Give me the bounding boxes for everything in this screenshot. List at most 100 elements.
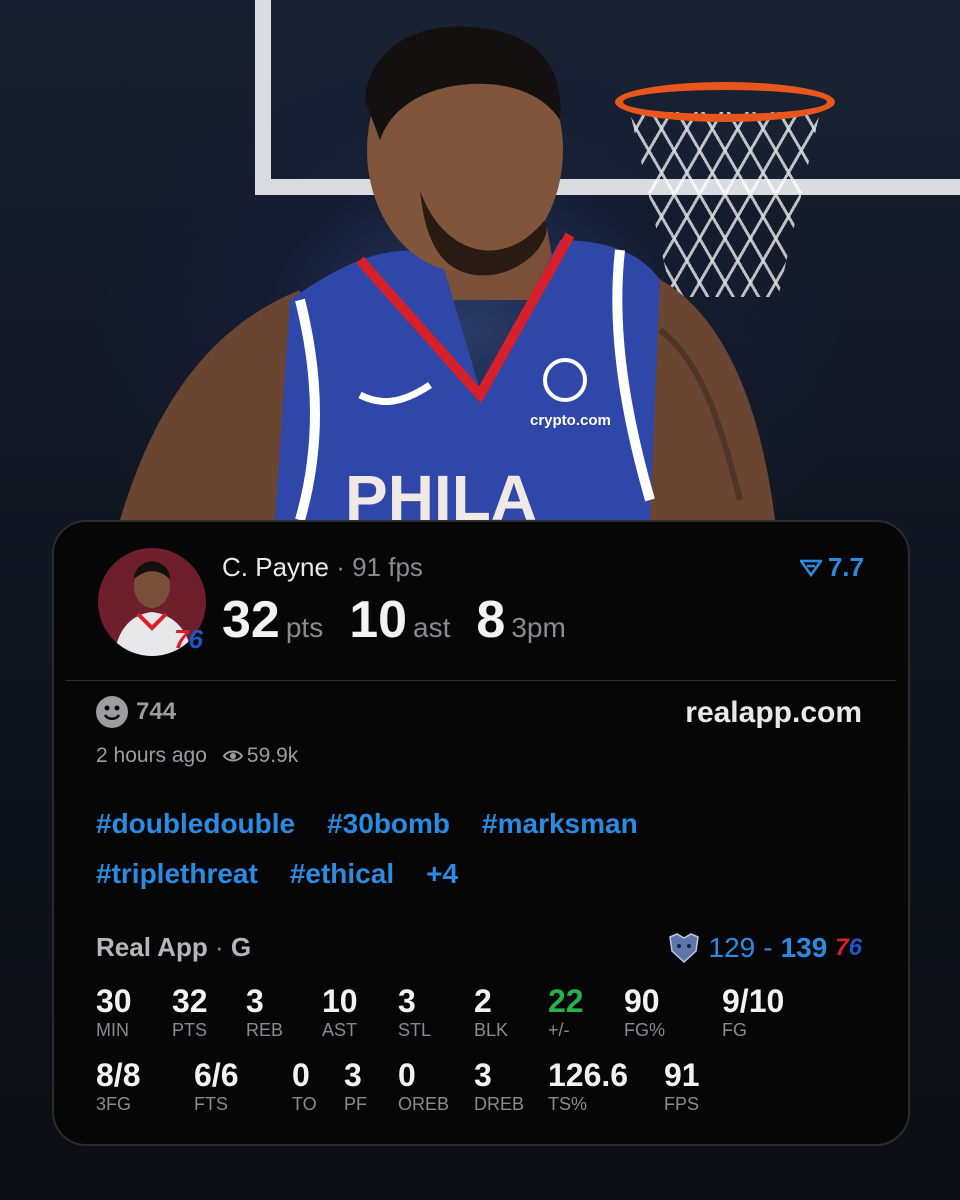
hashtag-row: #doubledouble #30bomb #marksman (96, 808, 856, 840)
player-name[interactable]: C. Payne (222, 552, 329, 582)
headline-stats: 32 pts 10 ast 8 3pm (222, 590, 592, 650)
svg-text:crypto.com: crypto.com (530, 412, 611, 429)
sixers-logo-seven: 7 (174, 624, 189, 654)
stat-fg: 9/10 FG (722, 984, 784, 1042)
stat-label: AST (322, 1020, 358, 1040)
hashtag-ethical[interactable]: #ethical (290, 858, 394, 890)
headline-stat-unit: 3pm (511, 612, 566, 643)
post-time: 2 hours ago (96, 744, 207, 767)
site-link[interactable]: realapp.com (685, 696, 862, 730)
rating-icon (799, 559, 822, 577)
hashtag-row: #triplethreat #ethical +4 (96, 858, 856, 890)
sixers-score-logo-seven: 7 (835, 934, 849, 961)
stat-label: 3FG (96, 1094, 132, 1114)
stat-label: PTS (172, 1020, 208, 1040)
stat-blk: 2 BLK (474, 984, 508, 1042)
hashtag-list: #doubledouble #30bomb #marksman #triplet… (96, 808, 856, 908)
stat-fts: 6/6 FTS (194, 1058, 238, 1116)
eye-icon (222, 750, 243, 762)
stat-value: 3 (344, 1057, 362, 1093)
stat-3fg: 8/8 3FG (96, 1058, 140, 1116)
stat-fps: 91 FPS (664, 1058, 700, 1116)
rating-badge[interactable]: 7.7 (799, 552, 864, 583)
stat-oreb: 0 OREB (398, 1058, 449, 1116)
stat-to: 0 TO (292, 1058, 317, 1116)
stat-min: 30 MIN (96, 984, 132, 1042)
stat-label: STL (398, 1020, 432, 1040)
stat-value: 0 (398, 1057, 416, 1093)
sixers-score-logo: 76 (835, 934, 862, 962)
stat-plus-minus: 22 +/- (548, 984, 584, 1042)
stat-value: 2 (474, 983, 492, 1019)
score-dash: - (763, 932, 773, 963)
stat-value: 10 (322, 983, 358, 1019)
stat-label: TO (292, 1094, 317, 1114)
source-name: Real App (96, 932, 208, 962)
stat-value: 22 (548, 983, 584, 1019)
rating-value: 7.7 (827, 552, 864, 582)
player-fps: 91 fps (352, 552, 423, 582)
stat-label: FG (722, 1020, 747, 1040)
sixers-logo-six: 6 (188, 624, 203, 654)
stat-value: 0 (292, 1057, 310, 1093)
stat-label: FPS (664, 1094, 700, 1114)
stat-ast: 10 AST (322, 984, 358, 1042)
stat-value: 32 (172, 983, 208, 1019)
stat-value: 6/6 (194, 1057, 239, 1093)
stat-label: BLK (474, 1020, 509, 1040)
hashtag-marksman[interactable]: #marksman (482, 808, 638, 840)
stat-value: 90 (624, 983, 660, 1019)
stat-label: FG% (624, 1020, 666, 1040)
stat-label: TS% (548, 1094, 588, 1114)
reactions-button[interactable]: 744 (96, 696, 176, 728)
stat-label: +/- (548, 1020, 570, 1040)
hashtag-doubledouble[interactable]: #doubledouble (96, 808, 295, 840)
headline-stat-unit: pts (285, 612, 324, 643)
post-meta: 2 hours ago 59.9k (96, 744, 298, 768)
stat-value: 126.6 (548, 1057, 629, 1093)
sixers-logo: 76 (174, 624, 203, 655)
stat-label: DREB (474, 1094, 525, 1114)
more-hashtags-button[interactable]: +4 (426, 858, 458, 890)
game-score[interactable]: 129-139 76 (667, 932, 862, 964)
stat-label: PF (344, 1094, 368, 1114)
stat-dreb: 3 DREB (474, 1058, 524, 1116)
stat-pf: 3 PF (344, 1058, 367, 1116)
stat-stl: 3 STL (398, 984, 431, 1042)
home-score: 139 (780, 932, 828, 963)
stat-label: REB (246, 1020, 284, 1040)
hashtag-30bomb[interactable]: #30bomb (327, 808, 450, 840)
card-divider (66, 680, 896, 681)
away-score: 129 (708, 932, 756, 963)
stat-value: 3 (398, 983, 416, 1019)
stat-value: 9/10 (722, 983, 785, 1019)
stat-value: 8/8 (96, 1057, 141, 1093)
headline-stat-unit: ast (413, 612, 451, 643)
grizzlies-logo-icon (668, 933, 699, 963)
stat-value: 3 (474, 1057, 492, 1093)
stat-pts: 32 PTS (172, 984, 208, 1042)
view-count: 59.9k (222, 744, 299, 768)
stat-fg-pct: 90 FG% (624, 984, 665, 1042)
sixers-score-logo-six: 6 (848, 934, 862, 961)
headline-stat-value: 32 (222, 591, 280, 649)
stat-label: OREB (398, 1094, 450, 1114)
player-figure: crypto.com PHILA (120, 26, 775, 530)
player-name-row: C. Payne · 91 fps (222, 552, 423, 583)
stat-value: 91 (664, 1057, 700, 1093)
smiley-icon (96, 696, 128, 728)
stat-reb: 3 REB (246, 984, 283, 1042)
game-source: Real App · G (96, 932, 251, 963)
smiley-face (103, 705, 121, 720)
stat-value: 3 (246, 983, 264, 1019)
hashtag-triplethreat[interactable]: #triplethreat (96, 858, 258, 890)
stat-value: 30 (96, 983, 132, 1019)
player-position: G (230, 932, 252, 962)
reaction-count: 744 (136, 698, 177, 725)
source-separator: · (214, 932, 224, 962)
headline-stat-value: 8 (476, 591, 506, 649)
view-count-value: 59.9k (246, 744, 299, 767)
stat-card[interactable]: 76 C. Payne · 91 fps 7.7 32 pts 10 ast 8 3p… (52, 520, 910, 1146)
stat-label: MIN (96, 1020, 129, 1040)
headline-stat-value: 10 (349, 591, 408, 649)
